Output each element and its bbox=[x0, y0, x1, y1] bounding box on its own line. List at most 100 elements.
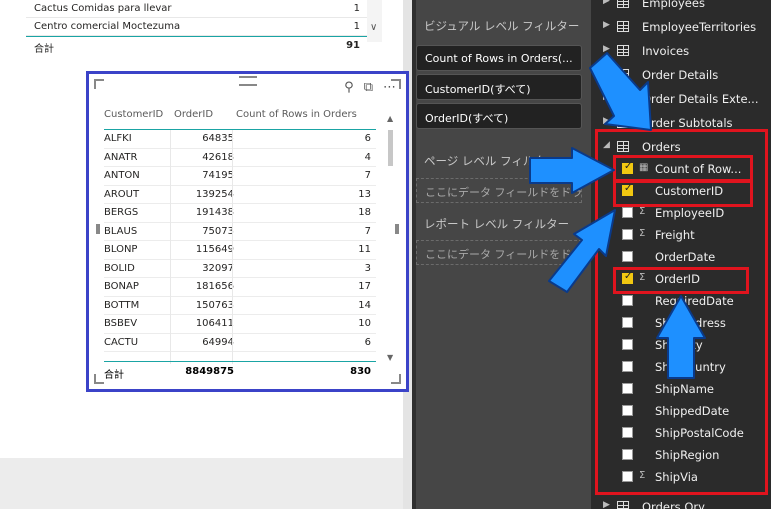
more-options-icon[interactable]: ⋯ bbox=[383, 80, 396, 95]
report-level-filters-title: レポート レベル フィルター bbox=[424, 217, 570, 231]
table-icon bbox=[617, 501, 629, 509]
field-table-order-details[interactable]: ▶ Order Details bbox=[591, 64, 771, 86]
table-scrollbar[interactable]: ▲ ▼ bbox=[386, 114, 396, 362]
table-row[interactable]: ANATR 42618 4 bbox=[104, 149, 376, 167]
table-row[interactable]: Centro comercial Moctezuma 1 bbox=[26, 18, 382, 36]
filters-pane: ビジュアル レベル フィルター Count of Rows in Orders(… bbox=[412, 0, 591, 509]
count-cell: 17 bbox=[358, 281, 371, 292]
highlight-box bbox=[613, 155, 753, 182]
orderid-cell: 139254 bbox=[195, 188, 234, 200]
top-table-scrollbar[interactable]: ∨ bbox=[367, 0, 382, 42]
chevron-right-icon[interactable]: ▶ bbox=[603, 116, 610, 126]
table-icon bbox=[617, 45, 629, 56]
table-row[interactable]: BERGS 191438 18 bbox=[104, 204, 376, 223]
column-header[interactable]: Count of Rows in Orders bbox=[236, 109, 357, 120]
total-orderid: 8849875 bbox=[185, 366, 234, 377]
orderid-cell: 106411 bbox=[195, 318, 234, 329]
filter-card-customerid[interactable]: CustomerID(すべて) bbox=[416, 74, 582, 100]
chevron-right-icon[interactable]: ▶ bbox=[603, 44, 610, 54]
resize-handle[interactable] bbox=[94, 374, 104, 384]
visual-level-filters-title: ビジュアル レベル フィルター bbox=[424, 19, 580, 33]
table-row[interactable]: BONAP 181656 17 bbox=[104, 278, 376, 297]
column-divider[interactable] bbox=[170, 130, 171, 364]
page-filter-drop-zone[interactable]: ここにデータ フィールドをドラッグします bbox=[416, 178, 582, 203]
chevron-right-icon[interactable]: ▶ bbox=[603, 92, 610, 102]
count-cell: 18 bbox=[358, 207, 371, 218]
table-row[interactable]: BOTTM 150763 14 bbox=[104, 297, 376, 315]
filter-card-count-of-rows[interactable]: Count of Rows in Orders(... bbox=[416, 45, 582, 71]
total-label: 合計 bbox=[34, 44, 54, 55]
table-row[interactable]: CACTU 64994 6 bbox=[104, 334, 376, 352]
field-table-order-details-exte-[interactable]: ▶ Order Details Exte... bbox=[591, 88, 771, 110]
customerid-cell: AROUT bbox=[104, 188, 140, 200]
table-row[interactable]: Cactus Comidas para llevar 1 bbox=[26, 0, 382, 18]
orderid-cell: 191438 bbox=[195, 207, 234, 218]
total-label: 合計 bbox=[104, 370, 124, 381]
customerid-cell: BOLID bbox=[104, 262, 135, 274]
orderid-cell: 75073 bbox=[202, 225, 234, 237]
table-body: ALFKI 64835 6 ANATR 42618 4 ANTON 74195 7 AROUT 13… bbox=[104, 130, 376, 352]
count-cell: 13 bbox=[358, 188, 371, 200]
customerid-cell: BLAUS bbox=[104, 225, 138, 237]
table-name: EmployeeTerritories bbox=[642, 20, 757, 34]
count-cell: 1 bbox=[353, 3, 360, 14]
count-cell: 6 bbox=[364, 133, 371, 144]
chevron-right-icon[interactable]: ▶ bbox=[603, 20, 610, 30]
count-cell: 10 bbox=[358, 318, 371, 329]
customer-name-cell: Cactus Comidas para llevar bbox=[34, 3, 172, 14]
chevron-right-icon[interactable]: ▶ bbox=[603, 68, 610, 78]
filter-card-orderid[interactable]: OrderID(すべて) bbox=[416, 103, 582, 129]
highlight-box bbox=[613, 180, 753, 207]
customerid-cell: BERGS bbox=[104, 207, 139, 218]
orderid-cell: 42618 bbox=[202, 151, 234, 163]
column-header[interactable]: OrderID bbox=[174, 109, 213, 120]
table-total-row: 合計 8849875 830 bbox=[104, 361, 376, 381]
selected-table-visual[interactable]: ⚲ ⧉ ⋯ CustomerID OrderID Count of Rows i… bbox=[86, 71, 409, 392]
table-row[interactable]: BOLID 32097 3 bbox=[104, 260, 376, 278]
orderid-cell: 115649 bbox=[195, 244, 234, 255]
focus-mode-icon[interactable]: ⧉ bbox=[364, 80, 373, 95]
chevron-up-icon[interactable]: ▲ bbox=[387, 114, 393, 123]
column-divider[interactable] bbox=[232, 130, 233, 364]
table-row[interactable]: BSBEV 106411 10 bbox=[104, 315, 376, 334]
field-table-invoices[interactable]: ▶ Invoices bbox=[591, 40, 771, 62]
table-icon bbox=[617, 0, 629, 8]
table-row[interactable]: ALFKI 64835 6 bbox=[104, 130, 376, 149]
count-cell: 14 bbox=[358, 299, 371, 311]
orderid-cell: 64835 bbox=[202, 133, 234, 144]
table-row[interactable]: BLAUS 75073 7 bbox=[104, 223, 376, 241]
table-name: Order Subtotals bbox=[642, 116, 733, 130]
chevron-down-icon[interactable]: ▼ bbox=[387, 353, 393, 362]
customerid-cell: BOTTM bbox=[104, 299, 140, 311]
report-filter-drop-zone[interactable]: ここにデータ フィールドをドラッグします bbox=[416, 240, 582, 265]
resize-handle[interactable] bbox=[96, 224, 100, 234]
highlight-box bbox=[613, 267, 749, 294]
customerid-cell: ANATR bbox=[104, 151, 138, 163]
page-level-filters-title: ページ レベル フィルター bbox=[424, 154, 558, 168]
pin-icon[interactable]: ⚲ bbox=[344, 80, 354, 95]
table-name: Order Details Exte... bbox=[642, 92, 759, 106]
table-row[interactable]: AROUT 139254 13 bbox=[104, 186, 376, 204]
chevron-right-icon[interactable]: ▶ bbox=[603, 0, 610, 6]
resize-handle[interactable] bbox=[94, 79, 104, 89]
table-icon bbox=[617, 93, 629, 104]
orderid-cell: 64994 bbox=[202, 336, 234, 348]
table-icon bbox=[617, 21, 629, 32]
scrollbar-thumb[interactable] bbox=[388, 130, 393, 166]
resize-handle[interactable] bbox=[391, 374, 401, 384]
customer-count-table[interactable]: Cactus Comidas para llevar 1 Centro come… bbox=[26, 0, 382, 55]
report-canvas[interactable]: Cactus Comidas para llevar 1 Centro come… bbox=[0, 0, 412, 509]
canvas-outside-area bbox=[0, 458, 405, 509]
count-cell: 4 bbox=[364, 151, 371, 163]
field-table-employeeterritories[interactable]: ▶ EmployeeTerritories bbox=[591, 16, 771, 38]
table-row[interactable]: BLONP 115649 11 bbox=[104, 241, 376, 260]
column-header[interactable]: CustomerID bbox=[104, 109, 163, 120]
chevron-right-icon[interactable]: ▶ bbox=[603, 500, 610, 509]
chevron-down-icon[interactable]: ∨ bbox=[370, 22, 377, 33]
field-table-employees[interactable]: ▶ Employees bbox=[591, 0, 771, 14]
field-table-orders-qry[interactable]: ▶ Orders Qry bbox=[591, 496, 771, 509]
drag-handle-icon[interactable] bbox=[239, 76, 257, 86]
total-value: 91 bbox=[346, 40, 360, 51]
customerid-cell: BLONP bbox=[104, 244, 138, 255]
table-row[interactable]: ANTON 74195 7 bbox=[104, 167, 376, 186]
